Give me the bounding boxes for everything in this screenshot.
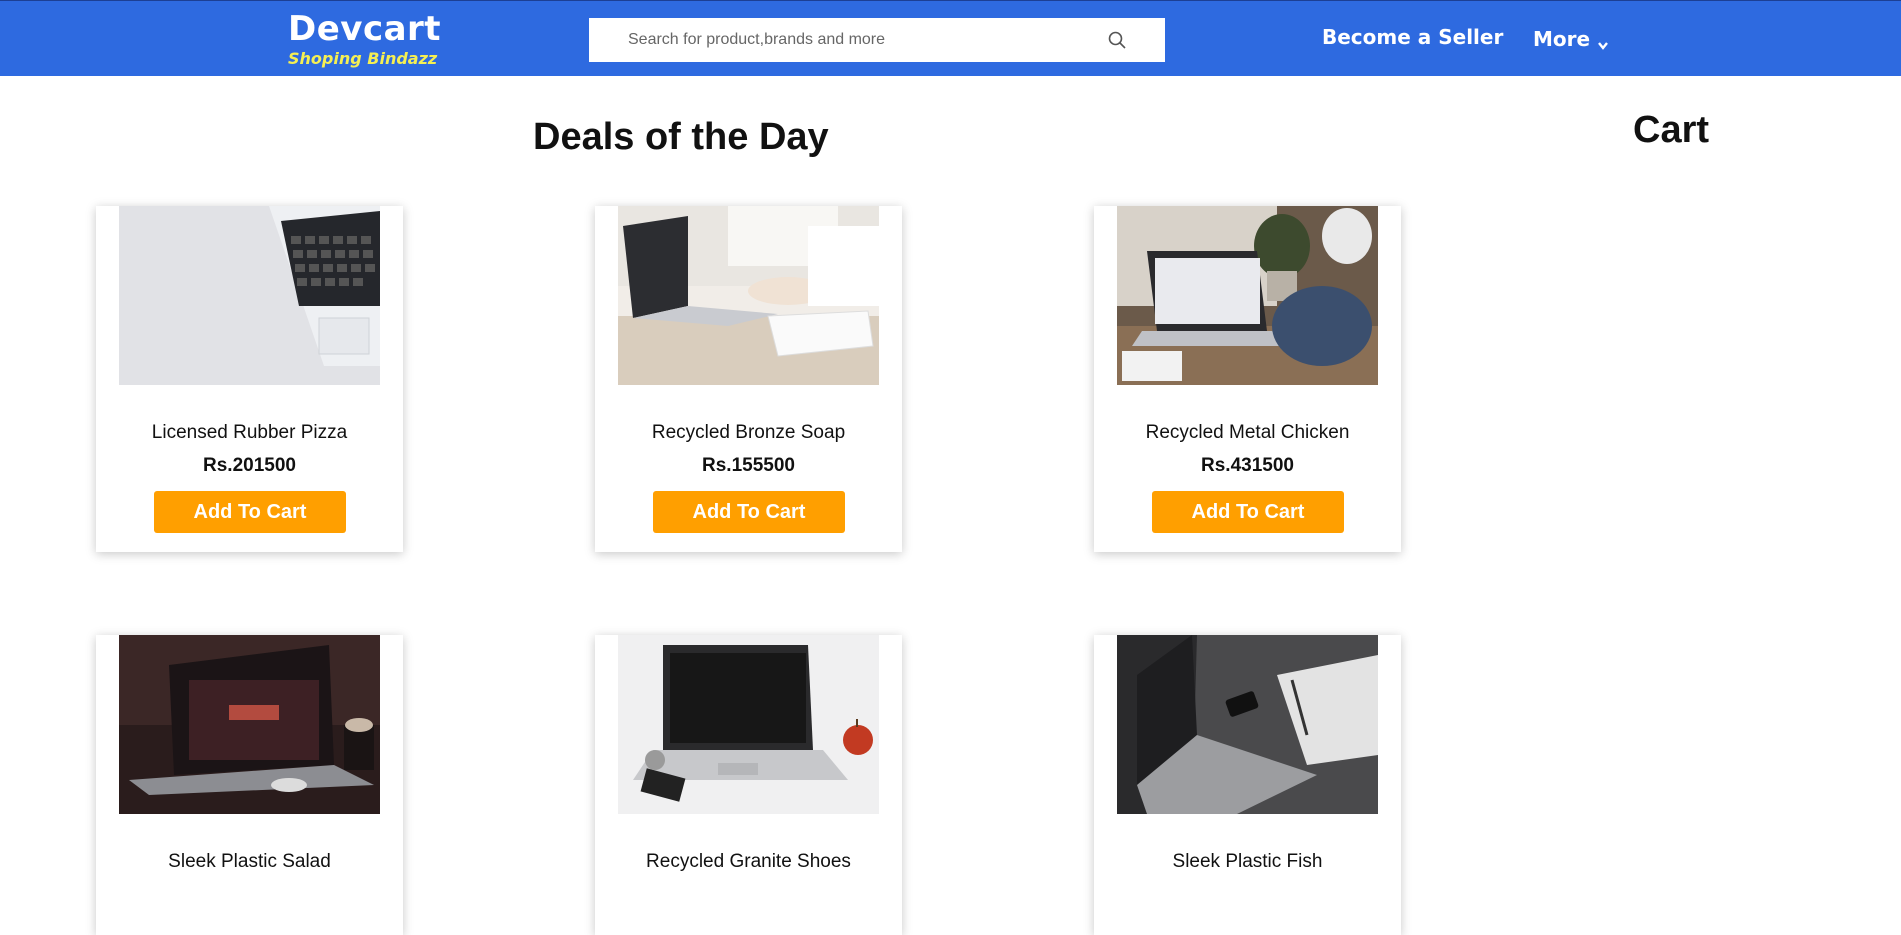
product-image[interactable] [618,635,879,814]
brand-tagline: Shoping Bindazz [288,49,438,68]
product-image[interactable] [119,206,380,385]
product-card: Sleek Plastic Fish [1094,635,1401,935]
product-name: Recycled Granite Shoes [646,851,851,872]
product-card: Recycled Bronze Soap Rs.155500 Add To Ca… [595,206,902,552]
cart-title: Cart [1633,109,1710,151]
brand-name: Devcart [288,9,442,49]
become-seller-link[interactable]: Become a Seller [1322,25,1503,49]
product-image[interactable] [1117,635,1378,814]
product-card: Recycled Granite Shoes [595,635,902,935]
product-price: Rs.201500 [203,455,296,476]
product-image[interactable] [1117,206,1378,385]
product-image[interactable] [618,206,879,385]
product-name: Recycled Metal Chicken [1145,422,1350,443]
add-to-cart-button[interactable]: Add To Cart [1152,491,1344,533]
search-input[interactable] [589,18,1109,62]
product-name: Sleek Plastic Fish [1172,851,1323,872]
product-name: Sleek Plastic Salad [168,851,331,872]
chevron-down-icon [1596,34,1610,50]
product-price: Rs.155500 [702,455,795,476]
brand-logo[interactable]: Devcart Shoping Bindazz [288,9,441,69]
deals-title: Deals of the Day [533,116,829,158]
search-icon[interactable] [1107,30,1127,50]
product-card: Licensed Rubber Pizza Rs.201500 Add To C… [96,206,403,552]
product-card: Sleek Plastic Salad [96,635,403,935]
add-to-cart-button[interactable]: Add To Cart [653,491,845,533]
product-name: Recycled Bronze Soap [651,422,846,443]
more-menu[interactable]: More [1533,27,1610,51]
product-name: Licensed Rubber Pizza [151,422,348,443]
product-price: Rs.431500 [1201,455,1294,476]
search-box [589,18,1165,62]
add-to-cart-button[interactable]: Add To Cart [154,491,346,533]
product-card: Recycled Metal Chicken Rs.431500 Add To … [1094,206,1401,552]
more-label: More [1533,27,1591,51]
product-image[interactable] [119,635,380,814]
top-navbar: Devcart Shoping Bindazz Become a Seller … [0,0,1901,76]
